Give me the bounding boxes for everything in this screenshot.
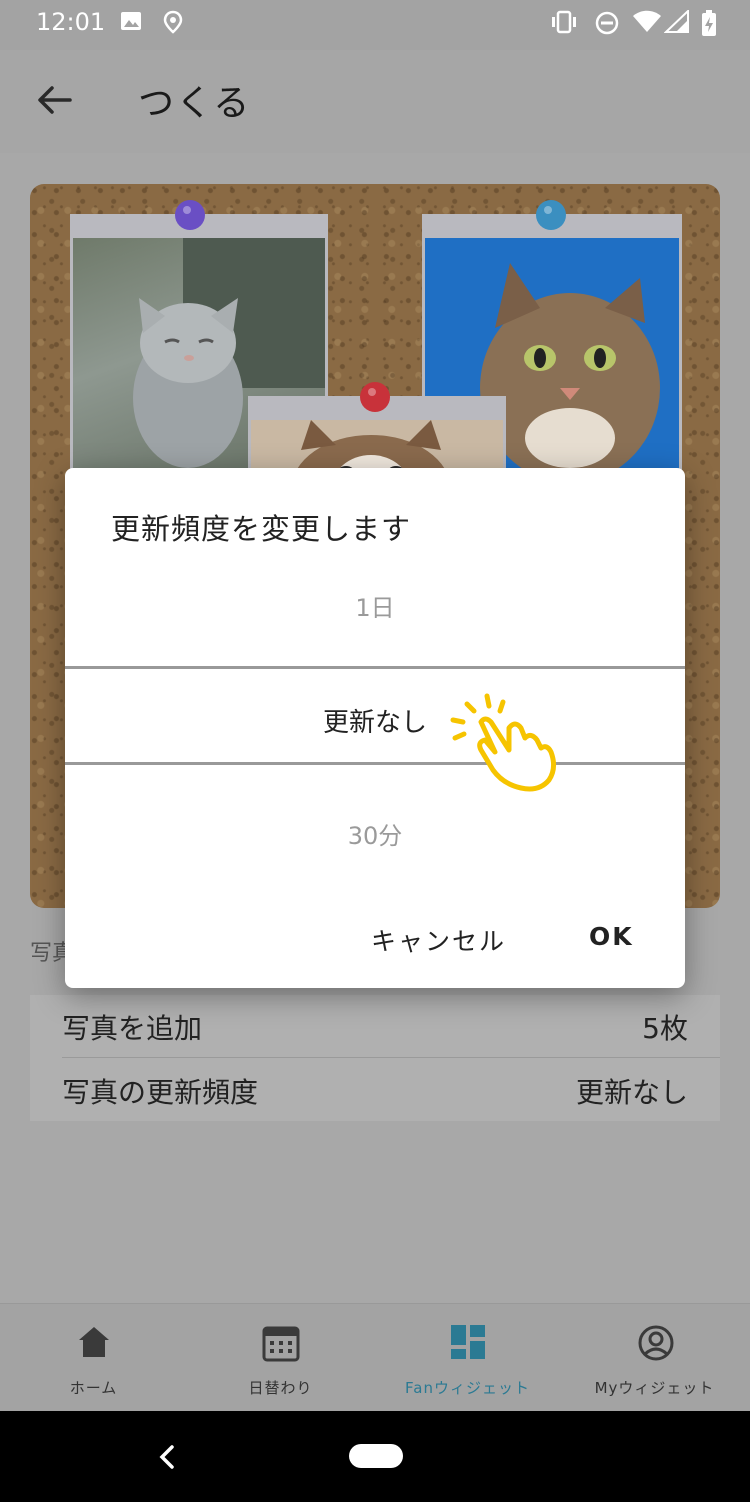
- app-bar: [0, 50, 750, 153]
- home-icon: [79, 1327, 109, 1357]
- photo-count-value: 5枚: [642, 1012, 688, 1045]
- ok-button[interactable]: OK: [589, 922, 634, 951]
- wifi-icon: [633, 10, 661, 32]
- add-photo-row[interactable]: 写真を追加 5枚: [62, 995, 688, 1057]
- image-notification-icon: [121, 12, 141, 30]
- picker-divider-top: [65, 666, 685, 669]
- nav-label-fan-widget: Fanウィジェット: [405, 1379, 530, 1397]
- bottom-navigation: ホーム 日替わり Fanウィジェット Myウィジェット: [0, 1303, 750, 1412]
- dialog-title: 更新頻度を変更します: [111, 512, 412, 546]
- update-frequency-value: 更新なし: [575, 1076, 688, 1109]
- row-label: 写真を追加: [62, 1012, 203, 1045]
- cellular-signal-icon: [664, 10, 689, 33]
- location-notification-icon: [163, 10, 183, 34]
- settings-list: 写真を追加 5枚 写真の更新頻度 更新なし: [30, 995, 720, 1121]
- nav-label-daily: 日替わり: [248, 1379, 313, 1397]
- do-not-disturb-icon: [595, 11, 619, 35]
- page-title: つくる: [138, 83, 252, 124]
- tap-hand-pointer-icon: [450, 693, 557, 792]
- picker-option-next[interactable]: 30分: [65, 816, 685, 851]
- account-icon: [638, 1325, 674, 1361]
- update-frequency-dialog: 更新頻度を変更します 1日 更新なし 30分 キャンセル OK: [65, 468, 685, 988]
- nav-label-home: ホーム: [69, 1379, 118, 1397]
- nav-item-home[interactable]: ホーム: [0, 1304, 187, 1412]
- nav-item-fan-widget[interactable]: Fanウィジェット: [374, 1304, 561, 1412]
- battery-charging-icon: [702, 10, 716, 36]
- vibrate-icon: [552, 10, 576, 34]
- row-label: 写真の更新頻度: [62, 1076, 259, 1109]
- nav-label-my-widget: Myウィジェット: [594, 1379, 715, 1397]
- system-home-pill[interactable]: [349, 1444, 403, 1468]
- status-time: 12:01: [36, 8, 106, 36]
- update-frequency-row[interactable]: 写真の更新頻度 更新なし: [62, 1059, 688, 1121]
- blue-pushpin: [536, 200, 566, 230]
- calendar-icon: [262, 1326, 300, 1362]
- divider: [62, 1057, 720, 1058]
- widget-grid-icon: [451, 1325, 485, 1359]
- red-pushpin: [360, 382, 390, 412]
- purple-pushpin: [175, 200, 205, 230]
- cancel-button[interactable]: キャンセル: [371, 922, 506, 958]
- picker-option-selected[interactable]: 更新なし: [65, 702, 685, 739]
- system-back-icon[interactable]: [158, 1444, 176, 1470]
- back-arrow-icon[interactable]: [36, 84, 72, 116]
- picker-option-previous[interactable]: 1日: [65, 588, 685, 623]
- nav-item-daily[interactable]: 日替わり: [187, 1304, 374, 1412]
- picker-divider-bottom: [65, 762, 685, 765]
- nav-item-my-widget[interactable]: Myウィジェット: [561, 1304, 748, 1412]
